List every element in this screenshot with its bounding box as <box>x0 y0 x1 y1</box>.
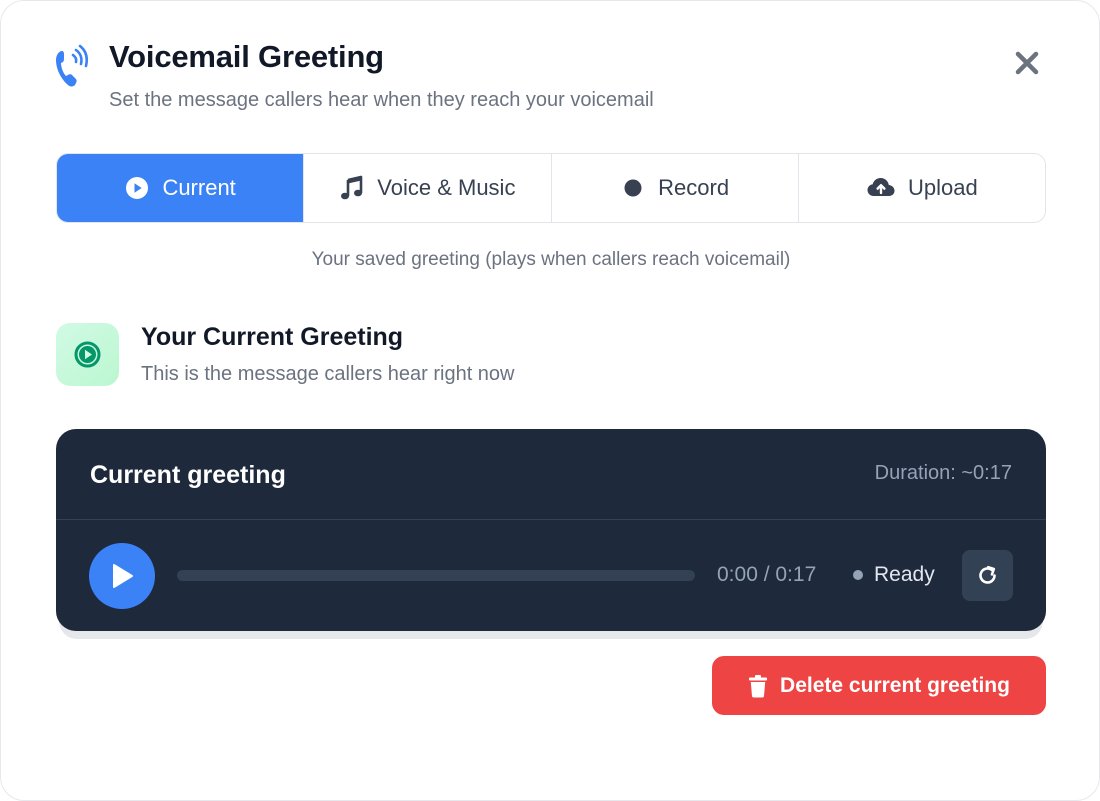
tab-label: Record <box>658 175 730 200</box>
play-circle-icon <box>74 341 101 368</box>
tab-upload[interactable]: Upload <box>799 154 1045 222</box>
reload-icon <box>979 565 996 584</box>
close-button[interactable] <box>1009 45 1045 81</box>
play-circle-icon <box>126 177 149 199</box>
audio-player-card: Current greeting Duration: ~0:17 0:00 / … <box>56 429 1046 631</box>
trash-icon <box>749 674 768 697</box>
delete-greeting-button[interactable]: Delete current greeting <box>712 656 1046 715</box>
record-dot-icon <box>624 179 642 197</box>
player-status: Ready <box>874 563 935 586</box>
tab-label: Current <box>162 175 236 200</box>
play-icon <box>113 564 133 588</box>
reload-button[interactable] <box>962 550 1013 601</box>
section-title: Your Current Greeting <box>141 323 404 351</box>
voicemail-greeting-dialog: Voicemail Greeting Set the message calle… <box>0 0 1100 801</box>
close-icon <box>1015 51 1039 75</box>
dialog-title: Voicemail Greeting <box>109 39 384 74</box>
player-duration: Duration: ~0:17 <box>874 462 1012 484</box>
player-title: Current greeting <box>90 461 286 489</box>
phone-ringing-icon <box>56 44 89 87</box>
tab-hint-text: Your saved greeting (plays when callers … <box>311 249 791 270</box>
divider <box>56 519 1046 520</box>
tab-label: Voice & Music <box>377 175 516 200</box>
tab-voice-music[interactable]: Voice & Music <box>304 154 552 222</box>
tab-current[interactable]: Current <box>57 154 305 222</box>
status-indicator-dot <box>853 570 863 580</box>
playback-time: 0:00 / 0:17 <box>717 563 817 586</box>
section-subtitle: This is the message callers hear right n… <box>141 363 515 385</box>
play-button[interactable] <box>89 543 155 609</box>
greeting-tabs: Current Voice & Music Record Upload <box>56 153 1046 223</box>
cloud-upload-icon <box>867 178 895 196</box>
music-note-icon <box>341 175 363 200</box>
tab-label: Upload <box>908 175 978 200</box>
progress-bar[interactable] <box>177 570 695 581</box>
delete-button-label: Delete current greeting <box>780 673 1010 697</box>
current-greeting-badge <box>56 323 119 386</box>
tab-record[interactable]: Record <box>552 154 799 222</box>
dialog-subtitle: Set the message callers hear when they r… <box>109 89 654 111</box>
